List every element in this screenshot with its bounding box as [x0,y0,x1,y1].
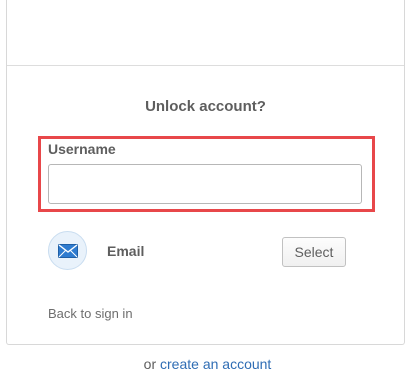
create-account-link[interactable]: create an account [160,356,271,372]
username-label: Username [48,141,116,157]
page-title: Unlock account? [145,98,266,115]
factor-label-email: Email [107,243,145,259]
footer: or create an account [0,356,415,372]
unlock-account-card: Unlock account? Username Email Select Ba… [6,0,405,345]
back-to-sign-in-link[interactable]: Back to sign in [48,306,133,321]
factor-row-email: Email Select [7,230,404,274]
envelope-icon [48,231,87,270]
footer-prefix: or [143,356,157,372]
card-header [7,0,404,66]
username-input[interactable] [48,164,362,204]
select-email-button[interactable]: Select [282,237,346,267]
